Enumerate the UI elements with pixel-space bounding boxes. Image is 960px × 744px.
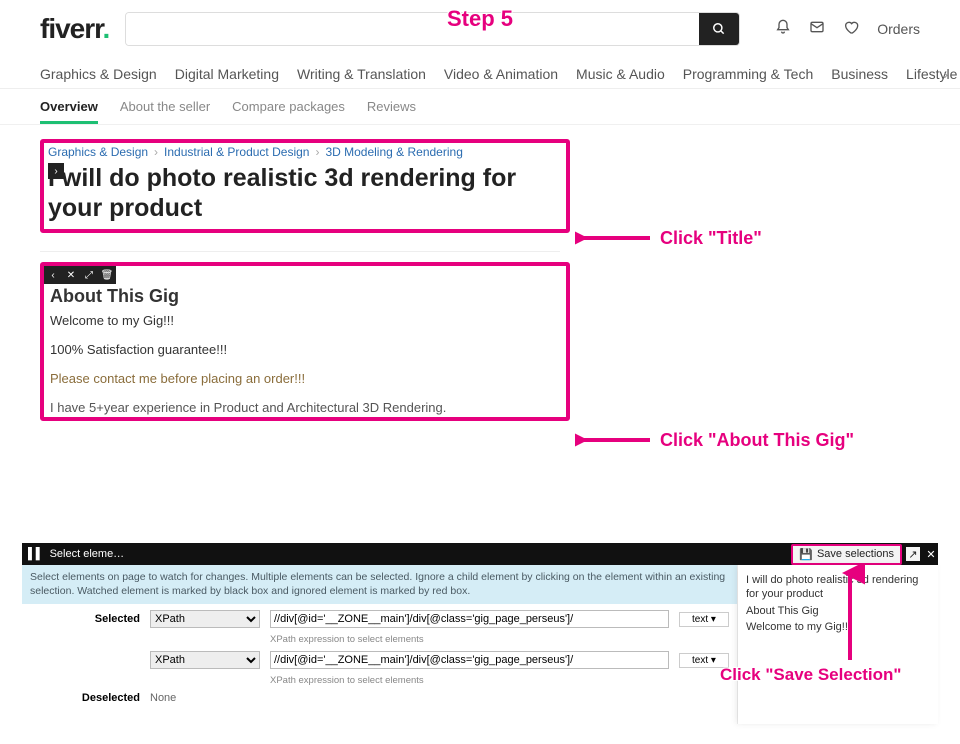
cat-item[interactable]: Writing & Translation bbox=[297, 66, 426, 82]
cat-item[interactable]: Lifestyle bbox=[906, 66, 957, 82]
select-element-label: Select eleme… bbox=[50, 548, 125, 560]
xpath-helper-text: XPath expression to select elements bbox=[270, 675, 669, 686]
about-heading: About This Gig bbox=[44, 284, 566, 311]
chevron-right-icon: › bbox=[154, 145, 158, 159]
annotation-click-title: Click "Title" bbox=[660, 228, 762, 249]
cat-item[interactable]: Programming & Tech bbox=[683, 66, 813, 82]
about-line: Please contact me before placing an orde… bbox=[44, 369, 566, 388]
text-mode-button[interactable]: text ▾ bbox=[679, 612, 729, 627]
selector-grid: Selected XPath text ▾ XPath expression t… bbox=[22, 604, 737, 710]
tab-about-seller[interactable]: About the seller bbox=[120, 99, 210, 114]
arrow-icon bbox=[575, 228, 655, 248]
tab-reviews[interactable]: Reviews bbox=[367, 99, 416, 114]
annotation-step-label: Step 5 bbox=[447, 6, 513, 32]
about-selection-box[interactable]: ‹ ✕ ⤢ 🗑 About This Gig Welcome to my Gig… bbox=[40, 262, 570, 421]
cat-item[interactable]: Video & Animation bbox=[444, 66, 558, 82]
cat-item[interactable]: Business bbox=[831, 66, 888, 82]
devtools-panel: Select elements on page to watch for cha… bbox=[22, 565, 938, 724]
pause-icon[interactable]: ▌▌ bbox=[22, 548, 50, 560]
move-icon[interactable]: ⤢ bbox=[80, 266, 98, 284]
xpath-input[interactable] bbox=[270, 651, 669, 669]
selection-toolbar: ‹ ✕ ⤢ 🗑 bbox=[44, 266, 566, 284]
xpath-helper-text: XPath expression to select elements bbox=[270, 634, 669, 645]
breadcrumb: Graphics & Design › Industrial & Product… bbox=[48, 145, 562, 159]
deselected-value: None bbox=[150, 692, 729, 704]
arrow-icon bbox=[575, 430, 655, 450]
about-line: 100% Satisfaction guarantee!!! bbox=[44, 340, 566, 359]
logo-text: fiverr bbox=[40, 13, 103, 44]
breadcrumb-item[interactable]: 3D Modeling & Rendering bbox=[325, 145, 462, 159]
search-input[interactable] bbox=[126, 13, 699, 45]
about-line: Welcome to my Gig!!! bbox=[44, 311, 566, 330]
mail-icon[interactable] bbox=[809, 19, 825, 40]
cat-item[interactable]: Graphics & Design bbox=[40, 66, 157, 82]
annotation-click-about: Click "About This Gig" bbox=[660, 430, 854, 451]
divider bbox=[40, 251, 560, 252]
tab-compare-packages[interactable]: Compare packages bbox=[232, 99, 345, 114]
expand-all-icon[interactable]: ✕ bbox=[62, 266, 80, 284]
chevron-right-icon: › bbox=[315, 145, 319, 159]
search-button[interactable] bbox=[699, 13, 739, 45]
save-selections-button[interactable]: 💾 Save selections bbox=[791, 544, 902, 565]
cat-item[interactable]: Digital Marketing bbox=[175, 66, 279, 82]
tab-overview[interactable]: Overview bbox=[40, 99, 98, 124]
breadcrumb-item[interactable]: Graphics & Design bbox=[48, 145, 148, 159]
chevron-right-icon[interactable]: › bbox=[943, 66, 948, 82]
annotation-click-save: Click "Save Selection" bbox=[720, 665, 901, 685]
search-icon bbox=[712, 22, 726, 36]
selector-type-dropdown[interactable]: XPath bbox=[150, 610, 260, 628]
close-panel-icon[interactable]: ✕ bbox=[924, 547, 938, 561]
search-bar bbox=[125, 12, 740, 46]
about-line: I have 5+year experience in Product and … bbox=[44, 398, 566, 417]
trash-icon[interactable]: 🗑 bbox=[98, 266, 116, 284]
arrow-icon bbox=[835, 565, 865, 665]
xpath-input[interactable] bbox=[270, 610, 669, 628]
collapse-icon[interactable]: ‹ bbox=[44, 266, 62, 284]
breadcrumb-item[interactable]: Industrial & Product Design bbox=[164, 145, 309, 159]
gig-title: I will do photo realistic 3d rendering f… bbox=[48, 163, 562, 223]
devtools-hint: Select elements on page to watch for cha… bbox=[22, 565, 737, 604]
devtools-left-pane: Select elements on page to watch for cha… bbox=[22, 565, 738, 724]
logo-dot: . bbox=[103, 13, 110, 44]
devtools-toolbar: ▌▌ Select eleme… 💾 Save selections ↗ ✕ bbox=[22, 543, 938, 565]
selector-type-dropdown[interactable]: XPath bbox=[150, 651, 260, 669]
expand-icon[interactable]: › bbox=[48, 163, 64, 179]
deselected-label: Deselected bbox=[30, 692, 140, 704]
fiverr-logo[interactable]: fiverr. bbox=[40, 13, 109, 45]
cat-item[interactable]: Music & Audio bbox=[576, 66, 665, 82]
orders-link[interactable]: Orders bbox=[877, 21, 920, 37]
selected-label: Selected bbox=[30, 613, 140, 625]
gig-subtabs: Overview About the seller Compare packag… bbox=[0, 89, 960, 125]
expand-panel-icon[interactable]: ↗ bbox=[906, 547, 920, 561]
save-selections-label: Save selections bbox=[817, 548, 894, 560]
category-nav: Graphics & Design Digital Marketing Writ… bbox=[0, 54, 960, 89]
save-icon: 💾 bbox=[799, 548, 813, 561]
bell-icon[interactable] bbox=[775, 19, 791, 40]
header-actions: Orders bbox=[775, 19, 920, 40]
heart-icon[interactable] bbox=[843, 19, 859, 40]
title-selection-box[interactable]: Graphics & Design › Industrial & Product… bbox=[40, 139, 570, 233]
